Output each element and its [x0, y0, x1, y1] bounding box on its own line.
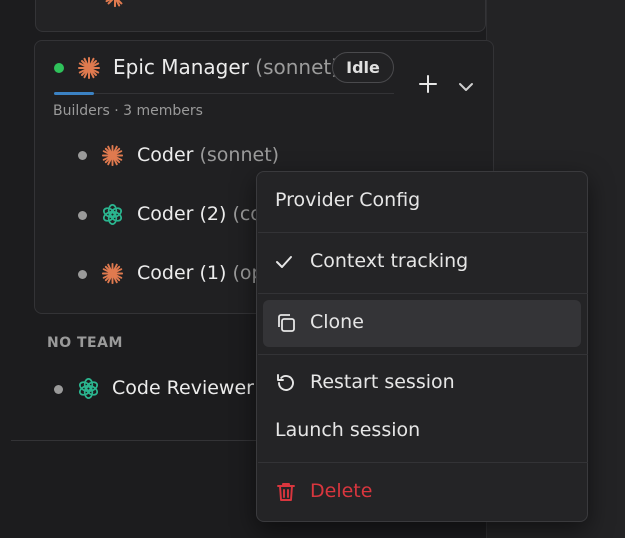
menu-divider — [258, 232, 588, 233]
claude-asterisk-icon — [101, 262, 124, 289]
list-item[interactable]: Coder (sonnet) — [137, 144, 279, 166]
menu-item-label: Delete — [310, 480, 373, 502]
plus-icon — [419, 75, 437, 93]
copy-icon — [275, 312, 297, 339]
check-icon — [275, 253, 293, 275]
member-name: Code Reviewer — [112, 377, 254, 399]
member-model: (sonnet) — [199, 144, 280, 166]
claude-asterisk-icon — [101, 144, 124, 171]
member-name: Coder (2) — [137, 203, 227, 225]
add-member-button[interactable] — [419, 72, 437, 98]
status-dot — [78, 151, 87, 160]
agent-model: (sonnet) — [255, 55, 340, 79]
menu-divider — [258, 354, 588, 355]
status-online-dot — [54, 63, 64, 73]
status-badge: Idle — [332, 52, 394, 83]
menu-item-label: Context tracking — [310, 250, 469, 272]
menu-item-label: Clone — [310, 311, 364, 333]
chevron-down-icon — [459, 83, 473, 91]
menu-item-launch-session[interactable]: Launch session — [275, 419, 575, 441]
list-item[interactable]: Coder (1) (op — [137, 262, 264, 284]
section-label: NO TEAM — [47, 335, 123, 351]
menu-divider — [258, 293, 588, 294]
agent-name: Epic Manager — [113, 55, 249, 79]
claude-asterisk-icon — [77, 56, 101, 84]
restart-icon — [275, 372, 297, 399]
menu-divider — [258, 462, 588, 463]
status-dot — [54, 385, 63, 394]
divider — [94, 93, 394, 94]
status-dot — [78, 270, 87, 279]
trash-icon — [275, 481, 297, 508]
status-dot — [78, 211, 87, 220]
list-item[interactable]: Code Reviewer — [112, 377, 254, 399]
team-meta: Builders · 3 members — [53, 103, 203, 119]
context-menu: Provider Config Context tracking Clone R… — [256, 171, 588, 522]
previous-agent-card — [35, 0, 486, 32]
member-name: Coder (1) — [137, 262, 227, 284]
menu-item-provider-config[interactable]: Provider Config — [275, 189, 575, 211]
list-item[interactable]: Coder (2) (co — [137, 203, 262, 225]
team-lead-title[interactable]: Epic Manager (sonnet) — [113, 55, 339, 79]
menu-item-label: Restart session — [310, 371, 455, 393]
openai-knot-icon — [101, 203, 124, 230]
expand-team-button[interactable] — [458, 78, 474, 97]
claude-asterisk-icon — [104, 0, 126, 12]
active-indicator — [54, 92, 94, 95]
openai-knot-icon — [77, 377, 100, 404]
member-name: Coder — [137, 144, 194, 166]
